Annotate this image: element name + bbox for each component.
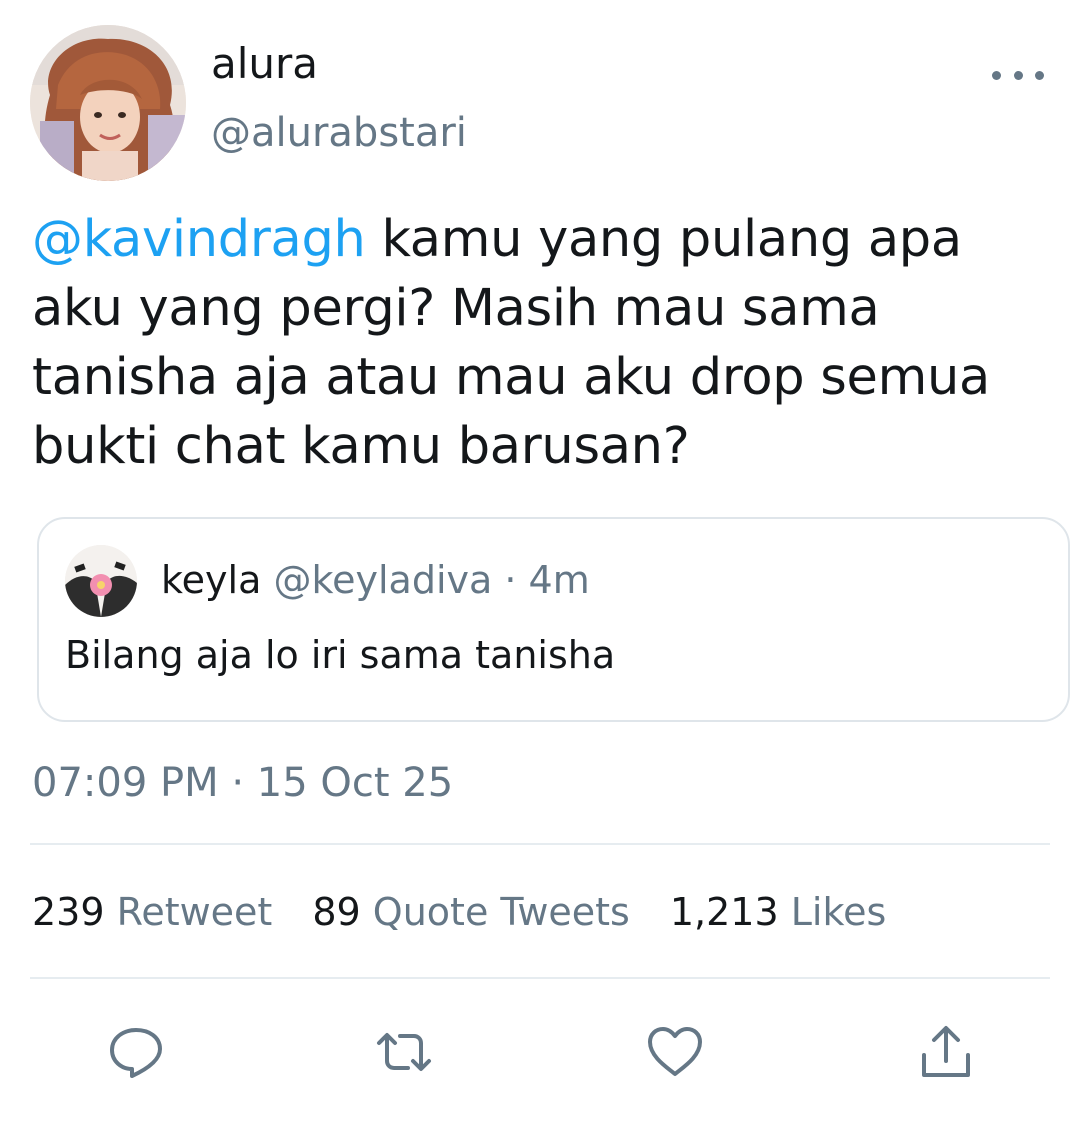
quoted-header: keyla @keyladiva · 4m [161, 557, 590, 603]
quote-tweets-count[interactable]: 89 Quote Tweets [312, 888, 630, 936]
stat-label: Retweet [116, 890, 273, 934]
likes-count[interactable]: 1,213 Likes [670, 888, 886, 936]
stat-count: 89 [312, 890, 361, 934]
tweet-text: @kavindragh kamu yang pulang apa aku yan… [32, 205, 1062, 481]
like-icon[interactable] [643, 1020, 707, 1084]
divider [30, 977, 1050, 979]
retweet-count[interactable]: 239 Retweet [32, 888, 272, 936]
share-icon[interactable] [914, 1020, 978, 1084]
stat-count: 239 [32, 890, 105, 934]
more-dot [1013, 70, 1023, 80]
quoted-display-name: keyla [161, 558, 262, 602]
author-handle[interactable]: @alurabstari [211, 108, 467, 158]
mention-link[interactable]: @kavindragh [32, 210, 366, 269]
stat-label: Quote Tweets [372, 890, 630, 934]
stat-label: Likes [790, 890, 887, 934]
more-dot [992, 70, 1001, 80]
tweet-timestamp[interactable]: 07:09 PM · 15 Oct 25 [32, 758, 453, 808]
more-options-icon[interactable] [992, 62, 1044, 88]
tweet-detail: alura @alurabstari @kavindragh kamu yang… [0, 0, 1080, 1143]
author-avatar[interactable] [30, 25, 186, 181]
reply-icon[interactable] [104, 1020, 168, 1084]
quoted-author-avatar [65, 545, 137, 617]
more-dot [1035, 70, 1044, 80]
author-display-name[interactable]: alura [211, 38, 318, 90]
quoted-handle-time: @keyladiva · 4m [273, 558, 590, 602]
tweet-stats: 239 Retweet 89 Quote Tweets 1,213 Likes [32, 888, 926, 936]
retweet-icon[interactable] [372, 1020, 436, 1084]
stat-count: 1,213 [669, 890, 779, 934]
quoted-text: Bilang aja lo iri sama tanisha [65, 633, 616, 677]
divider [30, 843, 1050, 845]
quoted-tweet[interactable]: keyla @keyladiva · 4m Bilang aja lo iri … [37, 517, 1070, 722]
